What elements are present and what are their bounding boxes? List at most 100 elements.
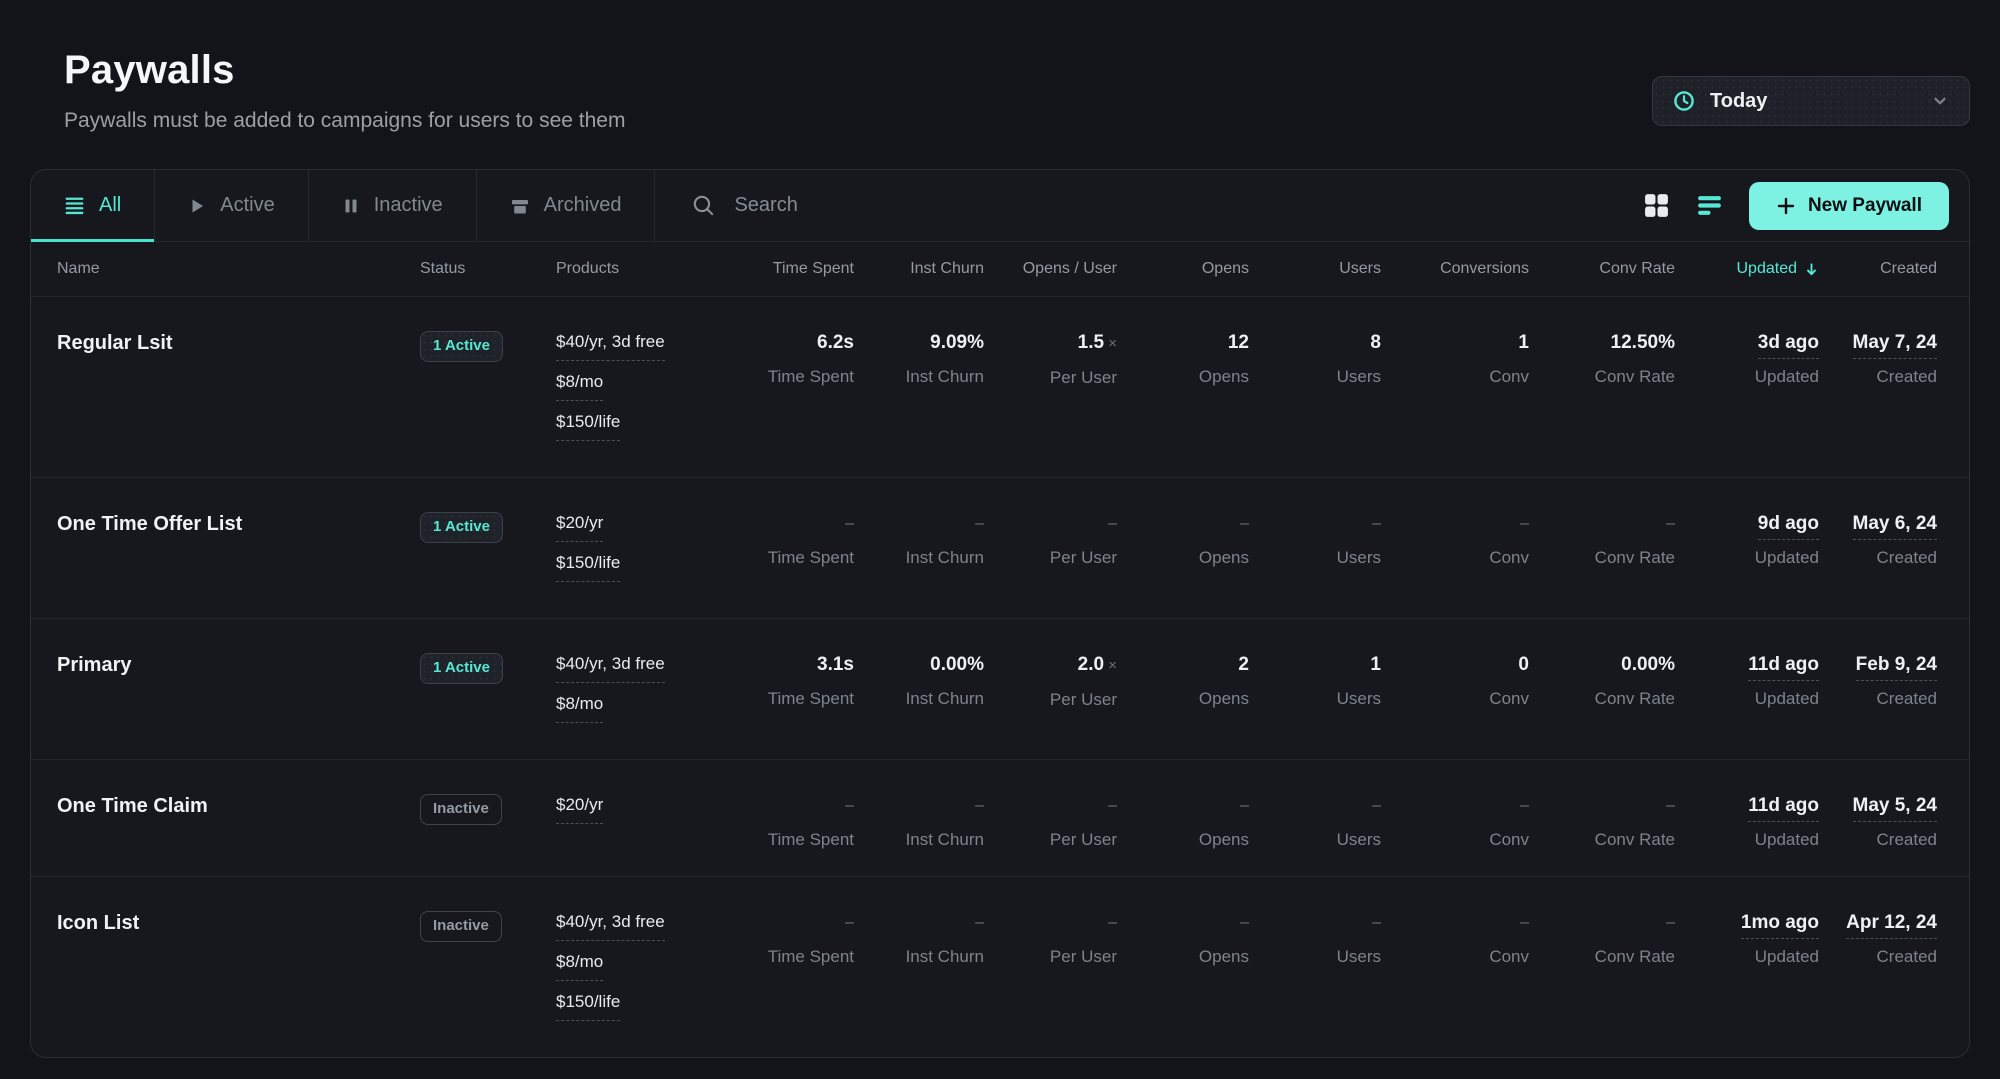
updated-value[interactable]: 11d ago: [1748, 654, 1819, 681]
stat-value: –: [854, 512, 984, 536]
title-block: Paywalls Paywalls must be added to campa…: [64, 48, 625, 133]
stat-cell-opens: –Opens: [1117, 911, 1249, 1031]
created-value[interactable]: Feb 9, 24: [1856, 654, 1937, 681]
product-item[interactable]: $8/mo: [556, 951, 603, 981]
updated-cell: 11d ago Updated: [1675, 653, 1819, 733]
tab-inactive[interactable]: Inactive: [309, 170, 477, 241]
stat-value: –: [984, 911, 1117, 935]
list-view-icon[interactable]: [1696, 192, 1723, 219]
product-item[interactable]: $40/yr, 3d free: [556, 911, 665, 941]
date-filter-dropdown[interactable]: Today: [1652, 76, 1970, 126]
date-filter-label: Today: [1710, 90, 1767, 113]
stat-label: Time Spent: [714, 367, 854, 387]
stat-label: Per User: [984, 368, 1117, 388]
product-item[interactable]: $150/life: [556, 411, 620, 441]
stat-label: Inst Churn: [854, 689, 984, 709]
stat-cell-users: –Users: [1249, 794, 1381, 850]
updated-label: Updated: [1675, 830, 1819, 850]
header-status[interactable]: Status: [420, 260, 556, 278]
header-products[interactable]: Products: [556, 260, 714, 278]
tab-active[interactable]: Active: [155, 170, 308, 241]
product-item[interactable]: $40/yr, 3d free: [556, 331, 665, 361]
status-cell: 1 Active: [420, 512, 556, 592]
sort-arrow-down-icon: [1804, 262, 1819, 277]
header-opens-user[interactable]: Opens / User: [984, 260, 1117, 278]
product-item[interactable]: $150/life: [556, 552, 620, 582]
tab-archived[interactable]: Archived: [477, 170, 656, 241]
grid-view-icon[interactable]: [1643, 192, 1670, 219]
stat-value: –: [714, 512, 854, 536]
updated-cell: 3d ago Updated: [1675, 331, 1819, 451]
paywall-row[interactable]: One Time Offer List 1 Active $20/yr $150/…: [31, 477, 1969, 618]
updated-value[interactable]: 1mo ago: [1741, 912, 1819, 939]
created-cell: May 6, 24 Created: [1819, 512, 1937, 592]
status-cell: 1 Active: [420, 653, 556, 733]
rows-icon: [64, 195, 85, 216]
search-input[interactable]: [734, 194, 1642, 217]
header-name[interactable]: Name: [57, 260, 420, 278]
stat-cell-per-user: 1.5 ×Per User: [984, 331, 1117, 451]
stat-cell-conv-rate: –Conv Rate: [1529, 794, 1675, 850]
updated-value[interactable]: 3d ago: [1758, 332, 1819, 359]
created-value[interactable]: May 5, 24: [1853, 795, 1938, 822]
created-value[interactable]: May 7, 24: [1853, 332, 1938, 359]
created-value[interactable]: Apr 12, 24: [1846, 912, 1937, 939]
stat-value: 0.00%: [854, 653, 984, 677]
stat-label: Opens: [1117, 830, 1249, 850]
created-label: Created: [1819, 689, 1937, 709]
paywall-row[interactable]: Primary 1 Active $40/yr, 3d free$8/mo 3.…: [31, 618, 1969, 759]
header-conversions[interactable]: Conversions: [1381, 260, 1529, 278]
new-paywall-label: New Paywall: [1808, 195, 1922, 217]
products-cell: $40/yr, 3d free $8/mo $150/life: [556, 331, 714, 451]
header-updated[interactable]: Updated: [1675, 260, 1819, 278]
products-cell: $40/yr, 3d free $8/mo: [556, 653, 714, 733]
products-cell: $20/yr $150/life: [556, 512, 714, 592]
paywall-row[interactable]: One Time Claim Inactive $20/yr –Time Spe…: [31, 759, 1969, 876]
created-value[interactable]: May 6, 24: [1853, 513, 1938, 540]
stat-label: Conv Rate: [1529, 689, 1675, 709]
stat-cell-opens: – Opens: [1117, 794, 1249, 850]
stat-label: Per User: [984, 690, 1117, 710]
paywall-row[interactable]: Icon List Inactive $40/yr, 3d free$8/mo$…: [31, 876, 1969, 1057]
header-inst-churn[interactable]: Inst Churn: [854, 260, 984, 278]
updated-value[interactable]: 11d ago: [1748, 795, 1819, 822]
stat-value: –: [1117, 794, 1249, 818]
product-item[interactable]: $20/yr: [556, 794, 603, 824]
stat-value: –: [714, 911, 854, 935]
stat-label: Conv Rate: [1529, 947, 1675, 967]
header-time-spent[interactable]: Time Spent: [714, 260, 854, 278]
stat-label: Time Spent: [714, 548, 854, 568]
stat-value: 1: [1249, 653, 1381, 677]
header-opens[interactable]: Opens: [1117, 260, 1249, 278]
stat-cell-inst-churn: –Inst Churn: [854, 794, 984, 850]
product-item[interactable]: $20/yr: [556, 512, 603, 542]
stat-cell-per-user: –Per User: [984, 911, 1117, 1031]
header-conv-rate[interactable]: Conv Rate: [1529, 260, 1675, 278]
header-created[interactable]: Created: [1819, 260, 1937, 278]
chevron-down-icon: [1931, 92, 1949, 110]
product-item[interactable]: $150/life: [556, 991, 620, 1021]
stat-label: Time Spent: [714, 689, 854, 709]
product-item[interactable]: $8/mo: [556, 371, 603, 401]
stat-value: –: [1529, 512, 1675, 536]
stat-cell-opens: 2Opens: [1117, 653, 1249, 733]
name-cell: One Time Offer List: [57, 512, 420, 592]
product-item[interactable]: $8/mo: [556, 693, 603, 723]
updated-value[interactable]: 9d ago: [1758, 513, 1819, 540]
updated-cell: 9d ago Updated: [1675, 512, 1819, 592]
stat-value: –: [984, 512, 1117, 536]
status-cell: Inactive: [420, 794, 556, 850]
stat-label: Conv: [1381, 548, 1529, 568]
page-header: Paywalls Paywalls must be added to campa…: [0, 0, 2000, 133]
new-paywall-button[interactable]: New Paywall: [1749, 182, 1949, 230]
updated-label: Updated: [1675, 548, 1819, 568]
paywall-row[interactable]: Regular Lsit 1 Active $40/yr, 3d free$8/…: [31, 296, 1969, 477]
stat-label: Conv: [1381, 947, 1529, 967]
header-users[interactable]: Users: [1249, 260, 1381, 278]
stat-label: Users: [1249, 830, 1381, 850]
product-item[interactable]: $40/yr, 3d free: [556, 653, 665, 683]
tab-all[interactable]: All: [31, 170, 155, 241]
status-badge: 1 Active: [420, 512, 503, 543]
clock-icon: [1673, 90, 1695, 112]
name-cell: Regular Lsit: [57, 331, 420, 451]
